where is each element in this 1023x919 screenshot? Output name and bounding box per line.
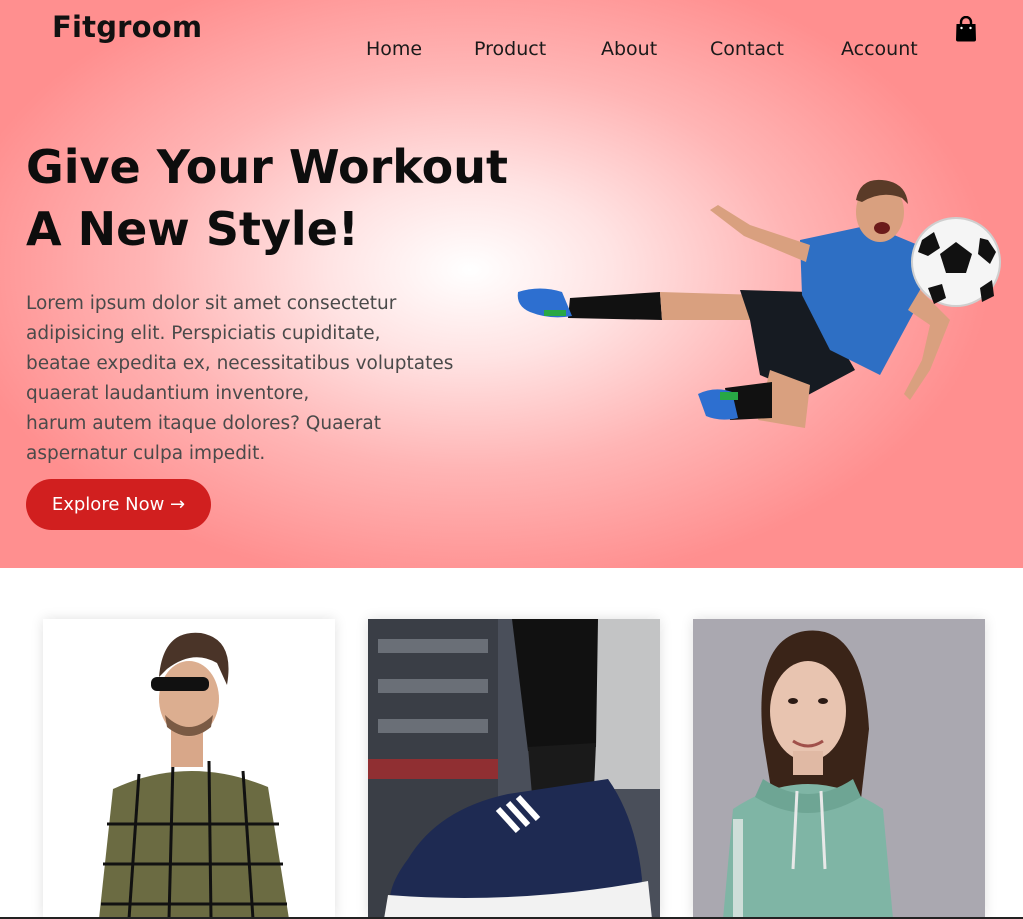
hero-description-line: aspernatur culpa impedit. [26, 443, 266, 464]
shopping-bag-icon[interactable] [955, 15, 977, 42]
hero-description-line: adipisicing elit. Perspiciatis cupiditat… [26, 323, 381, 344]
nav-item-home[interactable]: Home [366, 38, 422, 60]
product-card-womens-hoodie[interactable] [693, 619, 985, 919]
soccer-player-image [510, 170, 1010, 440]
hero-section: Fitgroom Home Product About Contact Acco… [0, 0, 1023, 568]
nav-item-product[interactable]: Product [474, 38, 546, 60]
product-grid [0, 568, 1023, 919]
womens-hoodie-image [693, 619, 985, 919]
hero-description-line: Lorem ipsum dolor sit amet consectetur [26, 293, 397, 314]
nav-item-account[interactable]: Account [841, 38, 918, 60]
hero-headline-line-1: Give Your Workout [26, 140, 508, 194]
hero-headline-line-2: A New Style! [26, 202, 359, 256]
sneaker-image [368, 619, 660, 919]
nav-item-contact[interactable]: Contact [710, 38, 784, 60]
hero-description-line: beatae expedita ex, necessitatibus volup… [26, 353, 454, 374]
product-card-mens-sweater[interactable] [43, 619, 335, 919]
hero-headline: Give Your Workout A New Style! [26, 136, 546, 260]
explore-now-button[interactable]: Explore Now → [26, 479, 211, 530]
nav-item-about[interactable]: About [601, 38, 657, 60]
hero-description-line: quaerat laudantium inventore, [26, 383, 310, 404]
main-nav: Home Product About Contact Account [0, 38, 1023, 66]
product-card-sneakers[interactable] [368, 619, 660, 919]
hero-description: Lorem ipsum dolor sit amet consectetur a… [26, 289, 496, 469]
mens-sweater-image [43, 619, 335, 919]
hero-description-line: harum autem itaque dolores? Quaerat [26, 413, 381, 434]
